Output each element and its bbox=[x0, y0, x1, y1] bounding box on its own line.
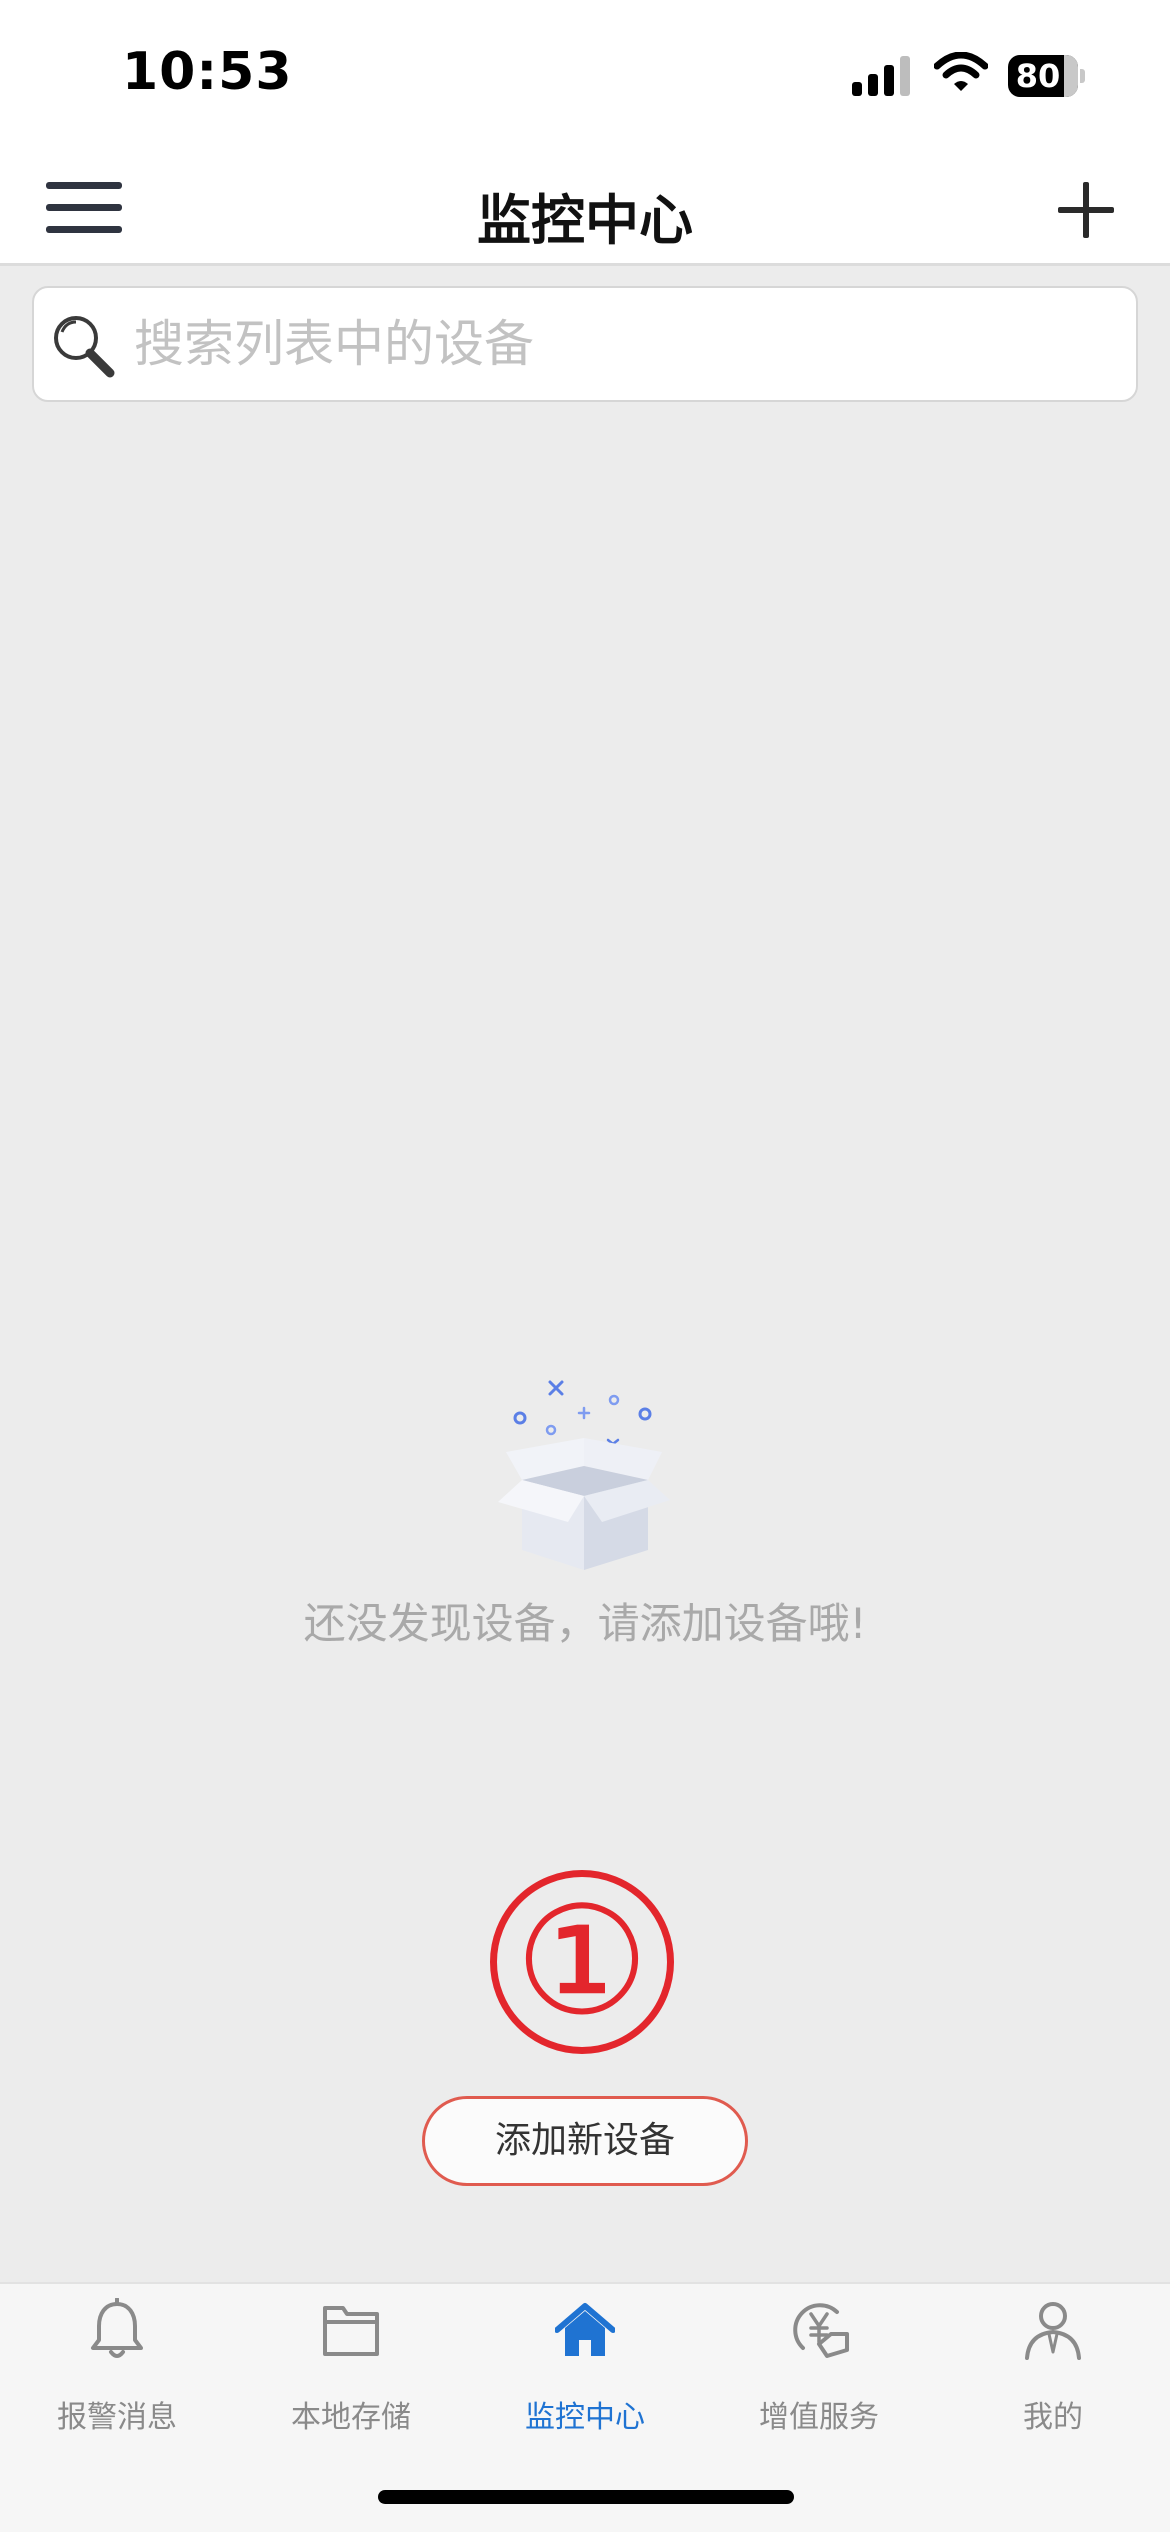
tab-value-added-services[interactable]: 增值服务 bbox=[702, 2284, 936, 2454]
tab-label: 增值服务 bbox=[759, 2400, 879, 2435]
wifi-icon bbox=[934, 52, 988, 91]
plus-icon[interactable] bbox=[1056, 180, 1116, 240]
folder-icon bbox=[323, 2306, 379, 2356]
menu-line bbox=[46, 226, 122, 233]
bell-icon bbox=[91, 2298, 143, 2358]
tab-local-storage[interactable]: 本地存储 bbox=[234, 2284, 468, 2454]
status-bar: 10:53 80 bbox=[0, 0, 1170, 150]
step-marker: ① bbox=[490, 1870, 674, 2054]
tab-label: 我的 bbox=[1023, 2400, 1083, 2435]
search-icon bbox=[54, 316, 115, 378]
yen-service-icon bbox=[793, 2303, 849, 2358]
page-title: 监控中心 bbox=[477, 189, 693, 252]
app-screen: 10:53 80 监控中心 搜索列表中的设备 还没发现设备，请添加设备哦! ① … bbox=[0, 0, 1170, 2532]
battery-icon: 80 bbox=[1008, 55, 1085, 97]
battery-level: 80 bbox=[1015, 57, 1061, 95]
search-input[interactable] bbox=[134, 288, 1114, 400]
battery-nub bbox=[1080, 69, 1085, 83]
hamburger-menu-icon[interactable] bbox=[44, 176, 124, 240]
tab-label: 报警消息 bbox=[57, 2400, 177, 2435]
menu-line bbox=[46, 204, 122, 211]
battery-body: 80 bbox=[1008, 55, 1078, 97]
tab-alarm-messages[interactable]: 报警消息 bbox=[0, 2284, 234, 2454]
home-indicator bbox=[378, 2490, 794, 2504]
tab-me[interactable]: 我的 bbox=[936, 2284, 1170, 2454]
tab-label: 本地存储 bbox=[291, 2400, 411, 2435]
home-icon bbox=[555, 2303, 615, 2356]
cellular-signal-icon bbox=[852, 56, 910, 96]
search-box[interactable] bbox=[32, 286, 1138, 402]
menu-line bbox=[46, 182, 122, 189]
tab-monitoring-center[interactable]: 监控中心 bbox=[468, 2284, 702, 2454]
empty-box-icon bbox=[498, 1380, 670, 1570]
add-device-button[interactable]: 添加新设备 bbox=[422, 2096, 748, 2186]
tab-label: 监控中心 bbox=[525, 2400, 645, 2435]
empty-state-message: 还没发现设备，请添加设备哦! bbox=[303, 1599, 867, 1648]
status-time: 10:53 bbox=[122, 42, 293, 102]
nav-bar: 监控中心 bbox=[0, 150, 1170, 266]
user-icon bbox=[1025, 2302, 1081, 2360]
